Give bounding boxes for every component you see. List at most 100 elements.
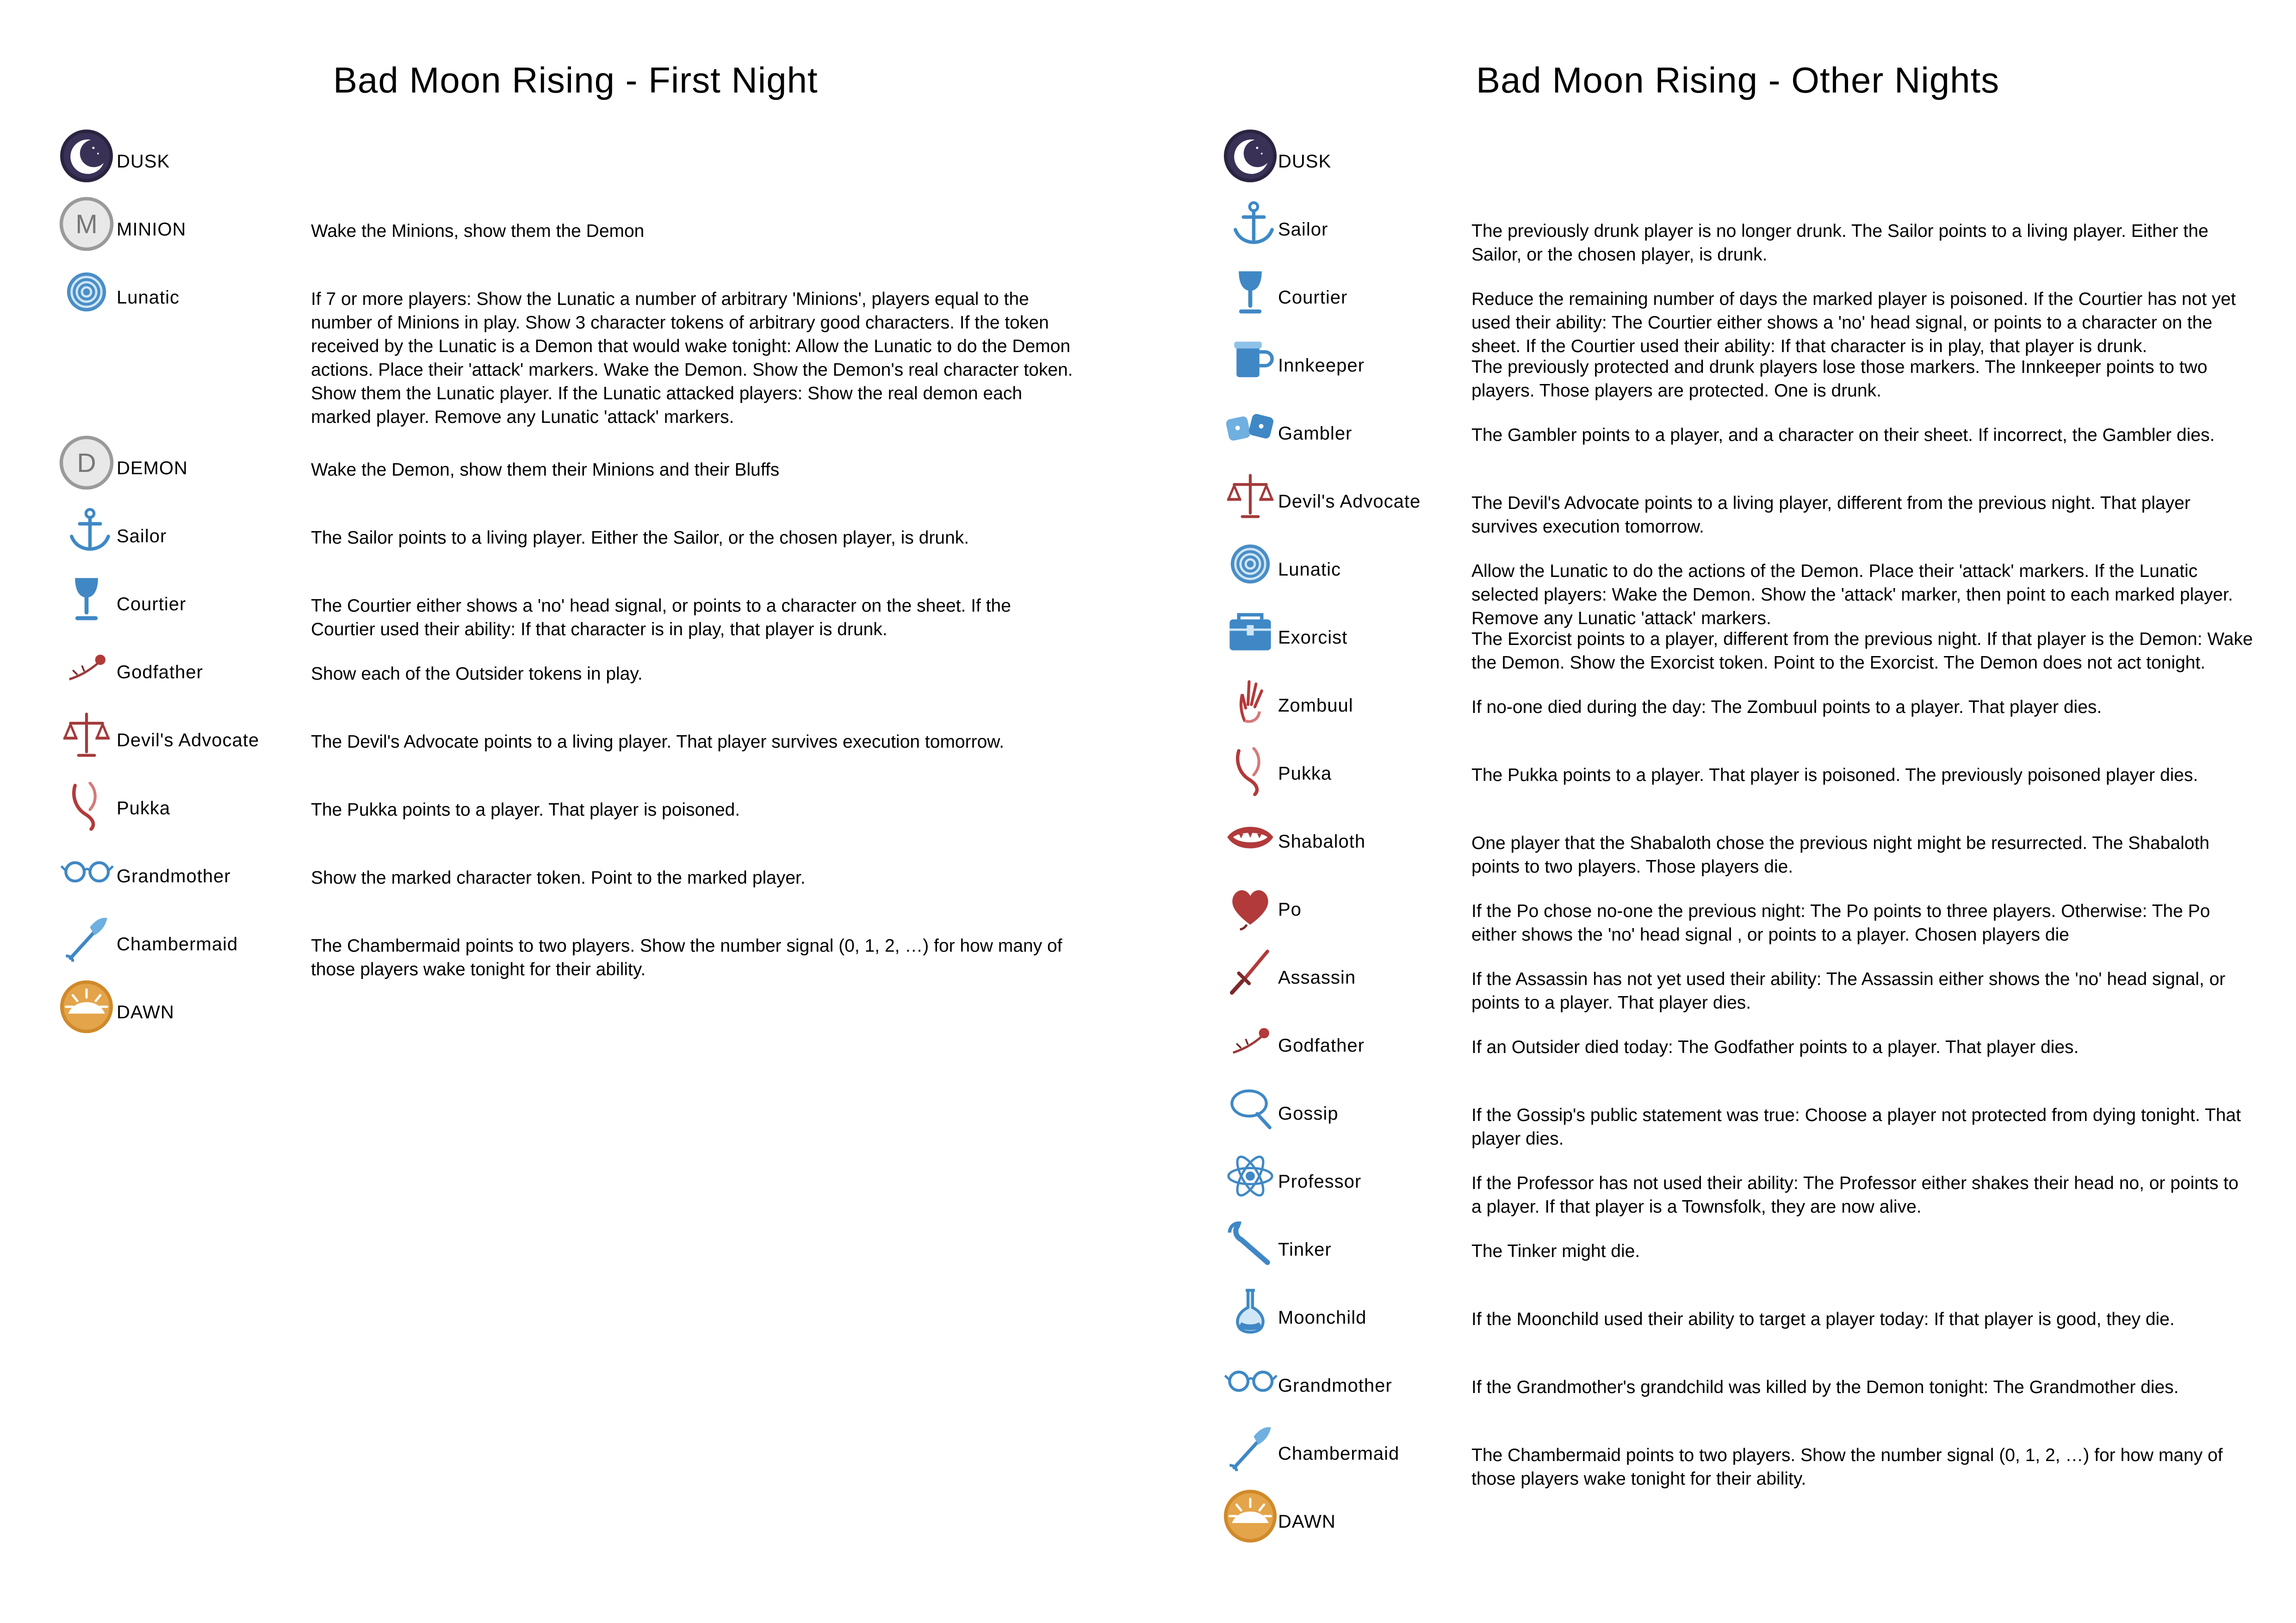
night-instruction: Show each of the Outsider tokens in play… <box>311 664 643 684</box>
character-name: Sailor <box>117 526 167 546</box>
character-name: Devil's Advocate <box>117 730 260 750</box>
glasses-icon <box>1222 1351 1279 1409</box>
goblet-icon <box>58 570 115 627</box>
night-instruction: If the Professor has not used their abil… <box>1471 1173 2239 1217</box>
character-name: Godfather <box>117 662 203 682</box>
bone-icon <box>58 774 115 831</box>
speech-icon <box>1222 1079 1279 1137</box>
night-instruction: Wake the Minions, show them the Demon <box>311 221 645 241</box>
minion-token-icon: M <box>58 195 115 253</box>
other-nights-title: Bad Moon Rising - Other Nights <box>1476 60 2000 100</box>
svg-text:D: D <box>77 448 96 478</box>
tankard-icon <box>1222 331 1279 389</box>
character-name: DEMON <box>117 458 188 478</box>
night-instruction: Allow the Lunatic to do the actions of t… <box>1471 561 2233 628</box>
moon-icon <box>58 127 115 185</box>
character-name: DUSK <box>1278 151 1332 172</box>
svg-text:M: M <box>75 210 98 239</box>
scales-icon <box>58 706 115 763</box>
dagger-icon <box>1222 943 1279 1001</box>
night-instruction: The Chambermaid points to two players. S… <box>311 936 1062 979</box>
night-instruction: Reduce the remaining number of days the … <box>1471 289 2236 356</box>
character-name: Gambler <box>1278 423 1353 444</box>
anchor-icon <box>58 502 115 559</box>
spiral-icon <box>58 263 115 321</box>
character-name: Innkeeper <box>1278 355 1365 376</box>
spiral-icon <box>1222 535 1279 593</box>
night-instruction: The Tinker might die. <box>1471 1241 1640 1261</box>
character-name: Po <box>1278 899 1302 920</box>
night-instruction: The previously drunk player is no longer… <box>1471 221 2209 265</box>
character-name: Moonchild <box>1278 1307 1367 1328</box>
character-name: Gossip <box>1278 1103 1339 1124</box>
character-name: Shabaloth <box>1278 831 1366 852</box>
character-name: DUSK <box>117 151 170 172</box>
first-night-title: Bad Moon Rising - First Night <box>333 60 818 100</box>
atom-icon <box>1222 1147 1279 1205</box>
night-instruction: If the Grandmother's grandchild was kill… <box>1471 1377 2179 1397</box>
character-name: Professor <box>1278 1171 1362 1192</box>
character-name: Pukka <box>1278 763 1332 784</box>
hand-icon <box>1222 671 1279 729</box>
character-name: Zombuul <box>1278 695 1353 716</box>
chest-icon <box>1222 603 1279 661</box>
other-nights-column: Bad Moon Rising - Other Nights DUSK Sailo… <box>1148 0 2296 1623</box>
night-instruction: If 7 or more players: Show the Lunatic a… <box>311 289 1073 427</box>
night-instruction: If the Moonchild used their ability to t… <box>1471 1309 2175 1329</box>
character-name: Tinker <box>1278 1239 1332 1260</box>
character-name: DAWN <box>117 1002 174 1022</box>
rose-icon <box>1222 1011 1279 1069</box>
night-instruction: The Chambermaid points to two players. S… <box>1471 1445 2223 1489</box>
character-name: Devil's Advocate <box>1278 491 1421 512</box>
night-instruction: Wake the Demon, show them their Minions … <box>311 460 780 480</box>
character-name: Grandmother <box>117 866 231 886</box>
night-instruction: If the Assassin has not yet used their a… <box>1471 969 2226 1013</box>
character-name: Exorcist <box>1278 627 1348 648</box>
feather-duster-icon <box>1222 1419 1279 1477</box>
night-instruction: The Courtier either shows a 'no' head si… <box>311 596 1011 639</box>
night-instruction: One player that the Shabaloth chose the … <box>1471 833 2209 877</box>
character-name: Courtier <box>1278 287 1348 308</box>
feather-duster-icon <box>58 910 115 967</box>
night-instruction: If the Po chose no-one the previous nigh… <box>1471 901 2210 945</box>
night-instruction: The Pukka points to a player. That playe… <box>1471 765 2198 785</box>
character-name: Grandmother <box>1278 1375 1392 1396</box>
character-name: Courtier <box>117 594 186 614</box>
character-name: Pukka <box>117 798 171 818</box>
character-name: Godfather <box>1278 1035 1365 1056</box>
night-instruction: If the Gossip's public statement was tru… <box>1471 1105 2241 1149</box>
heart-icon <box>1222 875 1279 933</box>
night-instruction: Show the marked character token. Point t… <box>311 868 806 888</box>
moon-icon <box>1222 127 1279 185</box>
character-name: Lunatic <box>117 287 180 308</box>
character-name: Lunatic <box>1278 559 1341 580</box>
night-instruction: The Devil's Advocate points to a living … <box>1471 493 2191 537</box>
night-instruction: The Devil's Advocate points to a living … <box>311 732 1005 752</box>
rose-icon <box>58 638 115 695</box>
character-name: MINION <box>117 219 186 240</box>
demon-token-icon: D <box>58 434 115 491</box>
night-instruction: The Sailor points to a living player. Ei… <box>311 528 969 548</box>
night-instruction: The Exorcist points to a player, differe… <box>1471 629 2253 673</box>
scales-icon <box>1222 467 1279 525</box>
flask-icon <box>1222 1283 1279 1341</box>
anchor-icon <box>1222 195 1279 253</box>
first-night-column: Bad Moon Rising - First Night DUSK M MINIO… <box>0 0 1148 1623</box>
bone-icon <box>1222 739 1279 797</box>
glasses-icon <box>58 842 115 899</box>
sun-icon <box>1222 1487 1279 1545</box>
character-name: Sailor <box>1278 219 1328 240</box>
character-name: Assassin <box>1278 967 1356 988</box>
character-name: DAWN <box>1278 1511 1336 1532</box>
mouth-icon <box>1222 807 1279 865</box>
goblet-icon <box>1222 263 1279 321</box>
night-instruction: The Gambler points to a player, and a ch… <box>1471 425 2215 445</box>
night-instruction: If an Outsider died today: The Godfather… <box>1471 1037 2079 1057</box>
night-instruction: The Pukka points to a player. That playe… <box>311 800 740 820</box>
dice-icon <box>1222 399 1279 457</box>
wrench-icon <box>1222 1215 1279 1273</box>
night-instruction: The previously protected and drunk playe… <box>1471 357 2208 401</box>
sun-icon <box>58 978 115 1035</box>
character-name: Chambermaid <box>1278 1443 1400 1464</box>
character-name: Chambermaid <box>117 934 238 954</box>
